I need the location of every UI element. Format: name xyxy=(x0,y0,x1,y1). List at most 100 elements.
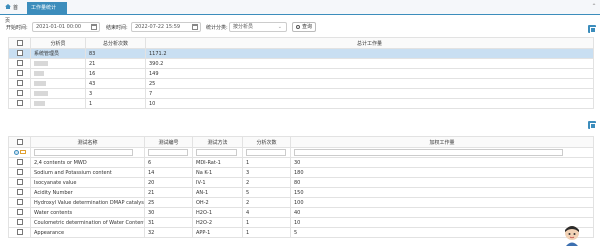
tab-bar: 首页 工作量统计✕ ⌃ xyxy=(0,0,600,24)
select-all-checkbox[interactable] xyxy=(16,138,23,145)
col-analyst[interactable]: 分析员 xyxy=(30,37,86,49)
tab-workload-stats[interactable]: 工作量统计✕ xyxy=(27,2,67,24)
weighted-cell: 30 xyxy=(290,157,594,168)
analysis-count-cell: 3 xyxy=(242,167,291,178)
redacted-name xyxy=(34,100,45,106)
row-checkbox[interactable] xyxy=(16,179,23,186)
table-row[interactable]: 16 149 xyxy=(8,68,594,79)
test-no-cell: 30 xyxy=(144,207,193,218)
col-total-count[interactable]: 总分析次数 xyxy=(85,37,146,49)
row-checkbox[interactable] xyxy=(16,189,23,196)
table-row[interactable]: Isocyanate value 20 IV-1 2 80 xyxy=(8,177,594,188)
end-time-input[interactable]: 2022-07-22 15:59 xyxy=(131,22,201,32)
weighted-cell: 150 xyxy=(290,187,594,198)
count-cell: 43 xyxy=(85,78,146,89)
weighted-cell: 5 xyxy=(290,227,594,238)
category-label: 统计分类: xyxy=(206,25,228,31)
table-row[interactable]: Acidity Number 21 AN-1 5 150 xyxy=(8,187,594,198)
count-cell: 21 xyxy=(85,58,146,69)
start-time-value: 2021-01-01 00:00 xyxy=(36,24,82,30)
test-name-cell: 2,4 contents or MWD xyxy=(30,157,145,168)
start-time-input[interactable]: 2021-01-01 00:00 xyxy=(32,22,100,32)
col-analysis-count[interactable]: 分析次数 xyxy=(242,136,291,148)
col-test-no[interactable]: 测试编号 xyxy=(144,136,193,148)
start-time-label: 开始时间: xyxy=(6,25,28,31)
calendar-icon[interactable] xyxy=(192,24,198,30)
count-cell: 16 xyxy=(85,68,146,79)
col-total-workload[interactable]: 总计工作量 xyxy=(145,37,594,49)
end-time-value: 2022-07-22 15:59 xyxy=(135,24,181,30)
select-all-cell[interactable] xyxy=(8,37,31,49)
category-select[interactable]: 按分析员 ⌄ xyxy=(229,22,287,32)
query-button[interactable]: 查询 xyxy=(292,22,316,32)
calendar-icon[interactable] xyxy=(91,24,97,30)
table-row[interactable]: Coulometric determination of Water Conte… xyxy=(8,217,594,228)
test-name-cell: Sodium and Potassium content xyxy=(30,167,145,178)
row-checkbox[interactable] xyxy=(16,169,23,176)
chevron-up-icon[interactable]: ⌃ xyxy=(590,3,598,11)
analysis-count-cell: 5 xyxy=(242,187,291,198)
avatar-icon[interactable] xyxy=(562,224,582,246)
test-name-cell: Acidity Number xyxy=(30,187,145,198)
row-checkbox[interactable] xyxy=(16,50,23,57)
table-row[interactable]: 2,4 contents or MWD 6 MDI-Rat-1 1 30 xyxy=(8,157,594,168)
table-row[interactable]: Hydroxyl Value determination DMAP cataly… xyxy=(8,197,594,208)
analysis-count-cell: 1 xyxy=(242,227,291,238)
test-no-cell: 25 xyxy=(144,197,193,208)
excel-export-icon[interactable] xyxy=(588,25,596,33)
col-weighted-workload[interactable]: 加权工作量 xyxy=(290,136,594,148)
table-row[interactable]: Sodium and Potassium content 14 Na K-1 3… xyxy=(8,167,594,178)
table-row[interactable]: 43 25 xyxy=(8,78,594,89)
row-checkbox[interactable] xyxy=(16,100,23,107)
row-checkbox[interactable] xyxy=(16,199,23,206)
analyst-cell: 系统管理员 xyxy=(30,48,86,59)
redacted-name xyxy=(34,60,48,66)
filter-input-weighted[interactable] xyxy=(294,149,564,156)
end-time-label: 结束时间: xyxy=(106,25,128,31)
redacted-name xyxy=(34,70,44,76)
col-test-name[interactable]: 测试名称 xyxy=(30,136,145,148)
table-row[interactable]: 1 10 xyxy=(8,98,594,109)
analyst-cell xyxy=(30,98,86,109)
filter-input-method[interactable] xyxy=(196,149,238,156)
analyst-cell xyxy=(30,88,86,99)
summary-table: 分析员 总分析次数 总计工作量 系统管理员 83 1171.2 21 390.2… xyxy=(8,37,594,109)
redacted-name xyxy=(34,80,46,86)
folder-icon[interactable] xyxy=(19,150,26,154)
filter-input-name[interactable] xyxy=(34,149,133,156)
table-row[interactable]: Appearance 32 APP-1 1 5 xyxy=(8,227,594,238)
workload-cell: 390.2 xyxy=(145,58,594,69)
row-checkbox[interactable] xyxy=(16,159,23,166)
count-cell: 1 xyxy=(85,98,146,109)
excel-export-icon[interactable] xyxy=(588,121,596,129)
test-method-cell: OH-2 xyxy=(192,197,243,208)
test-method-cell: IV-1 xyxy=(192,177,243,188)
filter-row xyxy=(8,147,594,158)
row-checkbox[interactable] xyxy=(16,229,23,236)
select-all-cell[interactable] xyxy=(8,136,31,148)
test-name-cell: Hydroxyl Value determination DMAP cataly… xyxy=(30,197,145,208)
analysis-count-cell: 4 xyxy=(242,207,291,218)
table-row[interactable]: Water contents 30 H2O-1 4 40 xyxy=(8,207,594,218)
row-checkbox[interactable] xyxy=(16,70,23,77)
filter-input-count[interactable] xyxy=(246,149,286,156)
weighted-cell: 10 xyxy=(290,217,594,228)
test-method-cell: APP-1 xyxy=(192,227,243,238)
row-checkbox[interactable] xyxy=(16,80,23,87)
select-all-checkbox[interactable] xyxy=(16,39,23,46)
analyst-cell xyxy=(30,68,86,79)
test-no-cell: 14 xyxy=(144,167,193,178)
radio-icon[interactable] xyxy=(13,149,19,155)
row-checkbox[interactable] xyxy=(16,209,23,216)
workload-cell: 149 xyxy=(145,68,594,79)
row-checkbox[interactable] xyxy=(16,219,23,226)
col-test-method[interactable]: 测试方法 xyxy=(192,136,243,148)
filter-input-no[interactable] xyxy=(148,149,188,156)
row-checkbox[interactable] xyxy=(16,90,23,97)
row-checkbox[interactable] xyxy=(16,60,23,67)
table-row[interactable]: 3 7 xyxy=(8,88,594,99)
table-row[interactable]: 系统管理员 83 1171.2 xyxy=(8,48,594,59)
test-name-cell: Isocyanate value xyxy=(30,177,145,188)
tab-home[interactable]: 首页 xyxy=(1,2,25,24)
table-row[interactable]: 21 390.2 xyxy=(8,58,594,69)
